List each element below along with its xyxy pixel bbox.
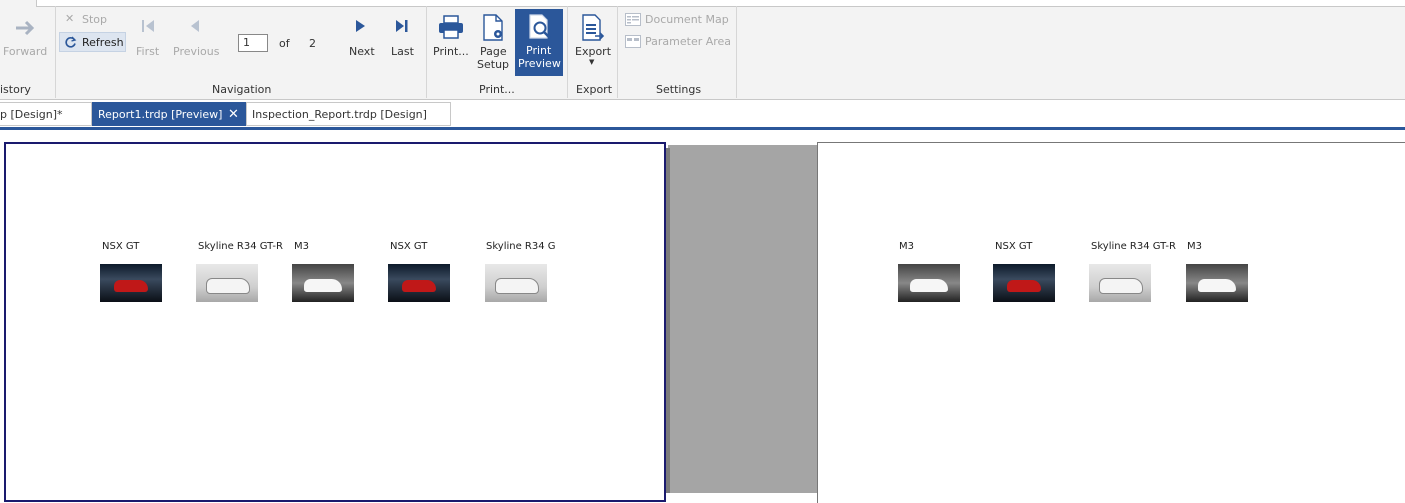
previous-page-icon — [191, 20, 199, 32]
print-preview-icon — [529, 14, 551, 39]
page-setup-label-line1: Page — [480, 45, 507, 58]
page-total: 2 — [309, 37, 316, 50]
history-group-label: istory — [0, 83, 31, 96]
refresh-button[interactable]: Refresh — [59, 32, 126, 52]
parameter-area-label: Parameter Area — [645, 35, 732, 48]
first-page-button[interactable]: First — [134, 14, 164, 62]
last-page-icon — [396, 20, 408, 32]
document-map-button[interactable]: Document Map — [623, 12, 733, 28]
export-button[interactable]: Export ▼ — [571, 12, 613, 72]
page-setup-icon — [483, 14, 503, 41]
forward-button[interactable]: Forward — [0, 14, 52, 62]
group-separator — [426, 6, 427, 98]
document-map-icon — [625, 13, 641, 26]
report-page-2 — [817, 142, 1405, 503]
printer-icon — [439, 15, 463, 39]
car-label: NSX GT — [102, 241, 140, 252]
tab-label: p [Design]* — [0, 108, 63, 121]
car-label: M3 — [899, 241, 914, 252]
car-label: M3 — [1187, 241, 1202, 252]
car-label: Skyline R34 G — [486, 241, 556, 252]
tab-report1-preview[interactable]: Report1.trdp [Preview] ✕ — [92, 102, 246, 126]
document-map-label: Document Map — [645, 13, 729, 26]
next-page-button[interactable]: Next — [344, 14, 380, 62]
viewer-background — [668, 145, 818, 493]
car-image — [1186, 264, 1248, 302]
car-image — [388, 264, 450, 302]
print-preview-label-line2: Preview — [518, 57, 561, 70]
export-icon — [582, 14, 605, 41]
car-image — [100, 264, 162, 302]
car-image — [993, 264, 1055, 302]
car-label: Skyline R34 GT-R — [1091, 241, 1176, 252]
car-label: Skyline R34 GT-R — [198, 241, 283, 252]
last-page-label: Last — [391, 45, 414, 58]
refresh-label: Refresh — [82, 36, 124, 49]
print-preview-label-line1: Print — [526, 44, 552, 57]
of-label: of — [279, 37, 290, 50]
car-label: M3 — [294, 241, 309, 252]
car-image — [485, 264, 547, 302]
page-number-input[interactable]: 1 — [238, 34, 268, 52]
report-page-1 — [4, 142, 666, 502]
car-image — [196, 264, 258, 302]
forward-arrow-icon — [16, 20, 35, 36]
page-shadow — [666, 148, 670, 493]
last-page-button[interactable]: Last — [388, 14, 418, 62]
parameter-area-button[interactable]: Parameter Area — [623, 34, 733, 50]
group-separator — [55, 6, 56, 98]
forward-label: Forward — [3, 45, 48, 58]
group-separator — [617, 6, 618, 98]
previous-page-button[interactable]: Previous — [170, 14, 222, 62]
refresh-icon — [65, 36, 77, 48]
navigation-group-label: Navigation — [212, 83, 272, 96]
next-page-label: Next — [349, 45, 375, 58]
export-group-label: Export — [576, 83, 613, 96]
car-label: NSX GT — [390, 241, 428, 252]
group-separator — [567, 6, 568, 98]
print-group-label: Print... — [479, 83, 515, 96]
tab-design-partial[interactable]: p [Design]* — [0, 102, 92, 126]
car-label: NSX GT — [995, 241, 1033, 252]
next-page-icon — [356, 20, 365, 32]
tab-inspection-report-design[interactable]: Inspection_Report.trdp [Design] — [246, 102, 451, 126]
first-page-icon — [142, 20, 154, 32]
dropdown-arrow-icon: ▼ — [589, 58, 595, 66]
stop-icon: ✕ — [65, 12, 75, 25]
car-image — [1089, 264, 1151, 302]
print-preview-button[interactable]: Print Preview — [515, 9, 563, 76]
stop-label: Stop — [82, 13, 108, 26]
parameter-area-icon — [625, 35, 641, 48]
car-image — [898, 264, 960, 302]
tab-label: Inspection_Report.trdp [Design] — [252, 108, 427, 121]
print-button[interactable]: Print... — [430, 12, 470, 62]
tab-label: Report1.trdp [Preview] — [98, 108, 223, 121]
ribbon-top-edge — [36, 0, 1405, 7]
export-label: Export — [575, 45, 612, 58]
print-label: Print... — [433, 45, 469, 58]
page-setup-label-line2: Setup — [477, 58, 510, 71]
group-separator — [736, 6, 737, 98]
page-setup-button[interactable]: Page Setup — [474, 12, 512, 74]
settings-group-label: Settings — [656, 83, 702, 96]
previous-page-label: Previous — [173, 45, 220, 58]
first-page-label: First — [136, 45, 160, 58]
close-icon[interactable]: ✕ — [228, 103, 239, 125]
stop-button[interactable]: ✕ Stop — [62, 12, 122, 28]
car-image — [292, 264, 354, 302]
